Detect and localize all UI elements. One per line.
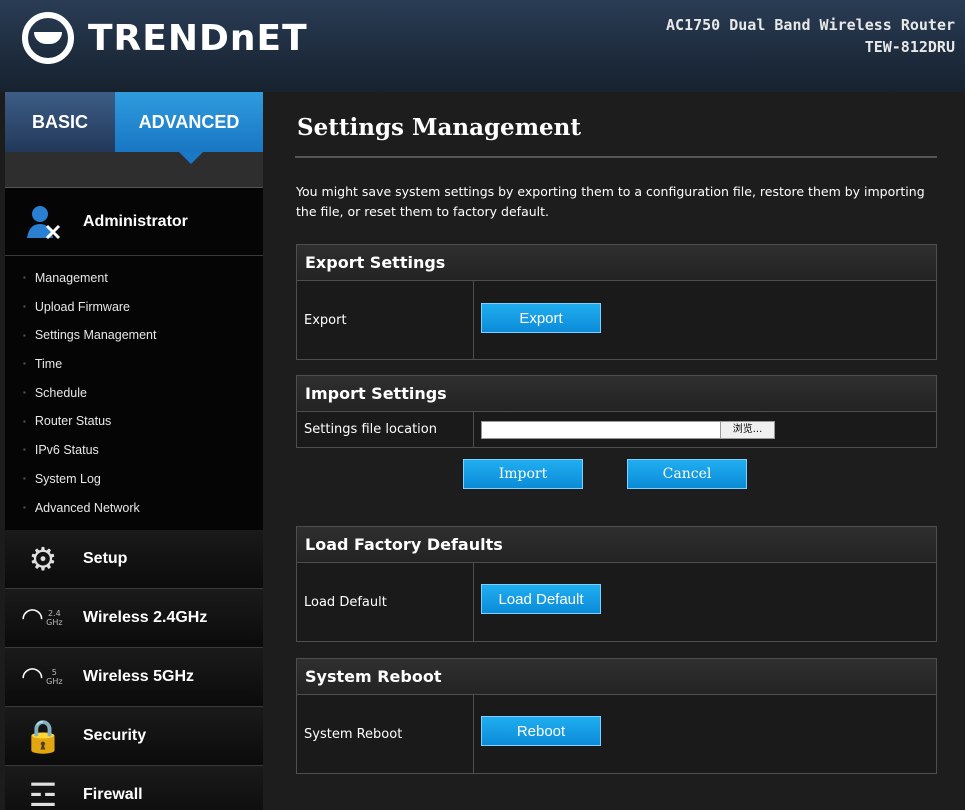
panel-heading: Import Settings bbox=[297, 376, 936, 412]
tab-basic[interactable]: BASIC bbox=[5, 92, 115, 152]
sidebar-section-wireless-24[interactable]: ◠ 2.4 GHz Wireless 2.4GHz bbox=[5, 589, 263, 649]
tab-strip bbox=[5, 152, 263, 188]
lock-key-icon: 🔒 bbox=[23, 717, 63, 756]
row-cell: Load Default bbox=[474, 563, 936, 641]
sidebar-section-label: Firewall bbox=[83, 786, 143, 804]
wifi-icon: ◠ 5 GHz bbox=[21, 655, 65, 699]
load-default-button[interactable]: Load Default bbox=[481, 584, 601, 614]
logo-text: TRENDnET bbox=[88, 17, 308, 59]
export-button[interactable]: Export bbox=[481, 303, 601, 333]
row-label: Settings file location bbox=[297, 412, 474, 447]
sidebar-item-advanced-network[interactable]: Advanced Network bbox=[23, 494, 263, 523]
panel-heading: System Reboot bbox=[297, 659, 936, 695]
system-reboot-panel: System Reboot System Reboot Reboot bbox=[296, 658, 937, 774]
settings-file-input[interactable]: 浏览... bbox=[481, 420, 775, 439]
trendnet-logo[interactable]: TRENDnET bbox=[22, 10, 308, 66]
row-label: System Reboot bbox=[297, 695, 474, 773]
row-cell: 浏览... bbox=[474, 412, 936, 447]
sidebar-item-upload-firmware[interactable]: Upload Firmware bbox=[23, 293, 263, 322]
sidebar-section-label: Wireless 2.4GHz bbox=[83, 609, 208, 627]
reboot-row: System Reboot Reboot bbox=[297, 695, 936, 773]
import-button[interactable]: Import bbox=[463, 459, 583, 489]
import-settings-panel: Import Settings Settings file location 浏… bbox=[296, 375, 937, 448]
sidebar-item-ipv6-status[interactable]: IPv6 Status bbox=[23, 436, 263, 465]
product-name: AC1750 Dual Band Wireless Router bbox=[666, 16, 955, 34]
administrator-icon bbox=[21, 200, 65, 244]
row-cell: Export bbox=[474, 281, 936, 359]
sidebar-section-firewall[interactable]: ☲ Firewall bbox=[5, 766, 263, 810]
page-title: Settings Management bbox=[297, 114, 582, 141]
model-info: AC1750 Dual Band Wireless Router TEW-812… bbox=[666, 14, 955, 58]
intro-text: You might save system settings by export… bbox=[296, 184, 925, 219]
reboot-button[interactable]: Reboot bbox=[481, 716, 601, 746]
model-number: TEW-812DRU bbox=[864, 38, 955, 56]
load-default-row: Load Default Load Default bbox=[297, 563, 936, 641]
sidebar-section-label: Wireless 5GHz bbox=[83, 668, 195, 686]
wifi-band-badge: 5 GHz bbox=[46, 668, 63, 687]
import-row: Settings file location 浏览... bbox=[297, 412, 936, 447]
sidebar-item-time[interactable]: Time bbox=[23, 350, 263, 379]
import-actions: Import Cancel bbox=[463, 459, 747, 489]
sidebar-section-security[interactable]: 🔒 Security bbox=[5, 707, 263, 767]
sidebar-item-management[interactable]: Management bbox=[23, 264, 263, 293]
sidebar-item-schedule[interactable]: Schedule bbox=[23, 379, 263, 408]
administrator-submenu: Management Upload Firmware Settings Mana… bbox=[5, 256, 263, 531]
gears-icon: ⚙ bbox=[28, 540, 58, 579]
sidebar-section-administrator[interactable]: Administrator bbox=[5, 188, 273, 256]
sidebar-item-router-status[interactable]: Router Status bbox=[23, 407, 263, 436]
wifi-icon: ◠ 2.4 GHz bbox=[21, 596, 65, 640]
cancel-button[interactable]: Cancel bbox=[627, 459, 747, 489]
panel-heading: Load Factory Defaults bbox=[297, 527, 936, 563]
logo-circle-icon bbox=[22, 12, 74, 64]
title-divider bbox=[295, 156, 937, 158]
export-row: Export Export bbox=[297, 281, 936, 359]
sidebar-item-settings-management[interactable]: Settings Management bbox=[23, 321, 263, 350]
sidebar-item-system-log[interactable]: System Log bbox=[23, 465, 263, 494]
sidebar-section-label: Administrator bbox=[83, 212, 188, 230]
sidebar-section-label: Security bbox=[83, 727, 147, 745]
sidebar-section-setup[interactable]: ⚙ Setup bbox=[5, 530, 263, 590]
sidebar-section-label: Setup bbox=[83, 550, 128, 568]
browse-button[interactable]: 浏览... bbox=[720, 421, 774, 438]
firewall-icon: ☲ bbox=[28, 776, 58, 810]
mode-tabs: BASIC ADVANCED bbox=[5, 92, 263, 164]
tab-advanced[interactable]: ADVANCED bbox=[115, 92, 263, 164]
sidebar: BASIC ADVANCED Administrator Management … bbox=[5, 92, 273, 810]
export-settings-panel: Export Settings Export Export bbox=[296, 244, 937, 360]
main-content: Settings Management You might save syste… bbox=[263, 92, 965, 810]
load-factory-defaults-panel: Load Factory Defaults Load Default Load … bbox=[296, 526, 937, 642]
sidebar-section-wireless-5[interactable]: ◠ 5 GHz Wireless 5GHz bbox=[5, 648, 263, 708]
wifi-band-badge: 2.4 GHz bbox=[46, 609, 63, 628]
panel-heading: Export Settings bbox=[297, 245, 936, 281]
row-label: Load Default bbox=[297, 563, 474, 641]
row-cell: Reboot bbox=[474, 695, 936, 773]
row-label: Export bbox=[297, 281, 474, 359]
header: TRENDnET AC1750 Dual Band Wireless Route… bbox=[0, 0, 965, 92]
